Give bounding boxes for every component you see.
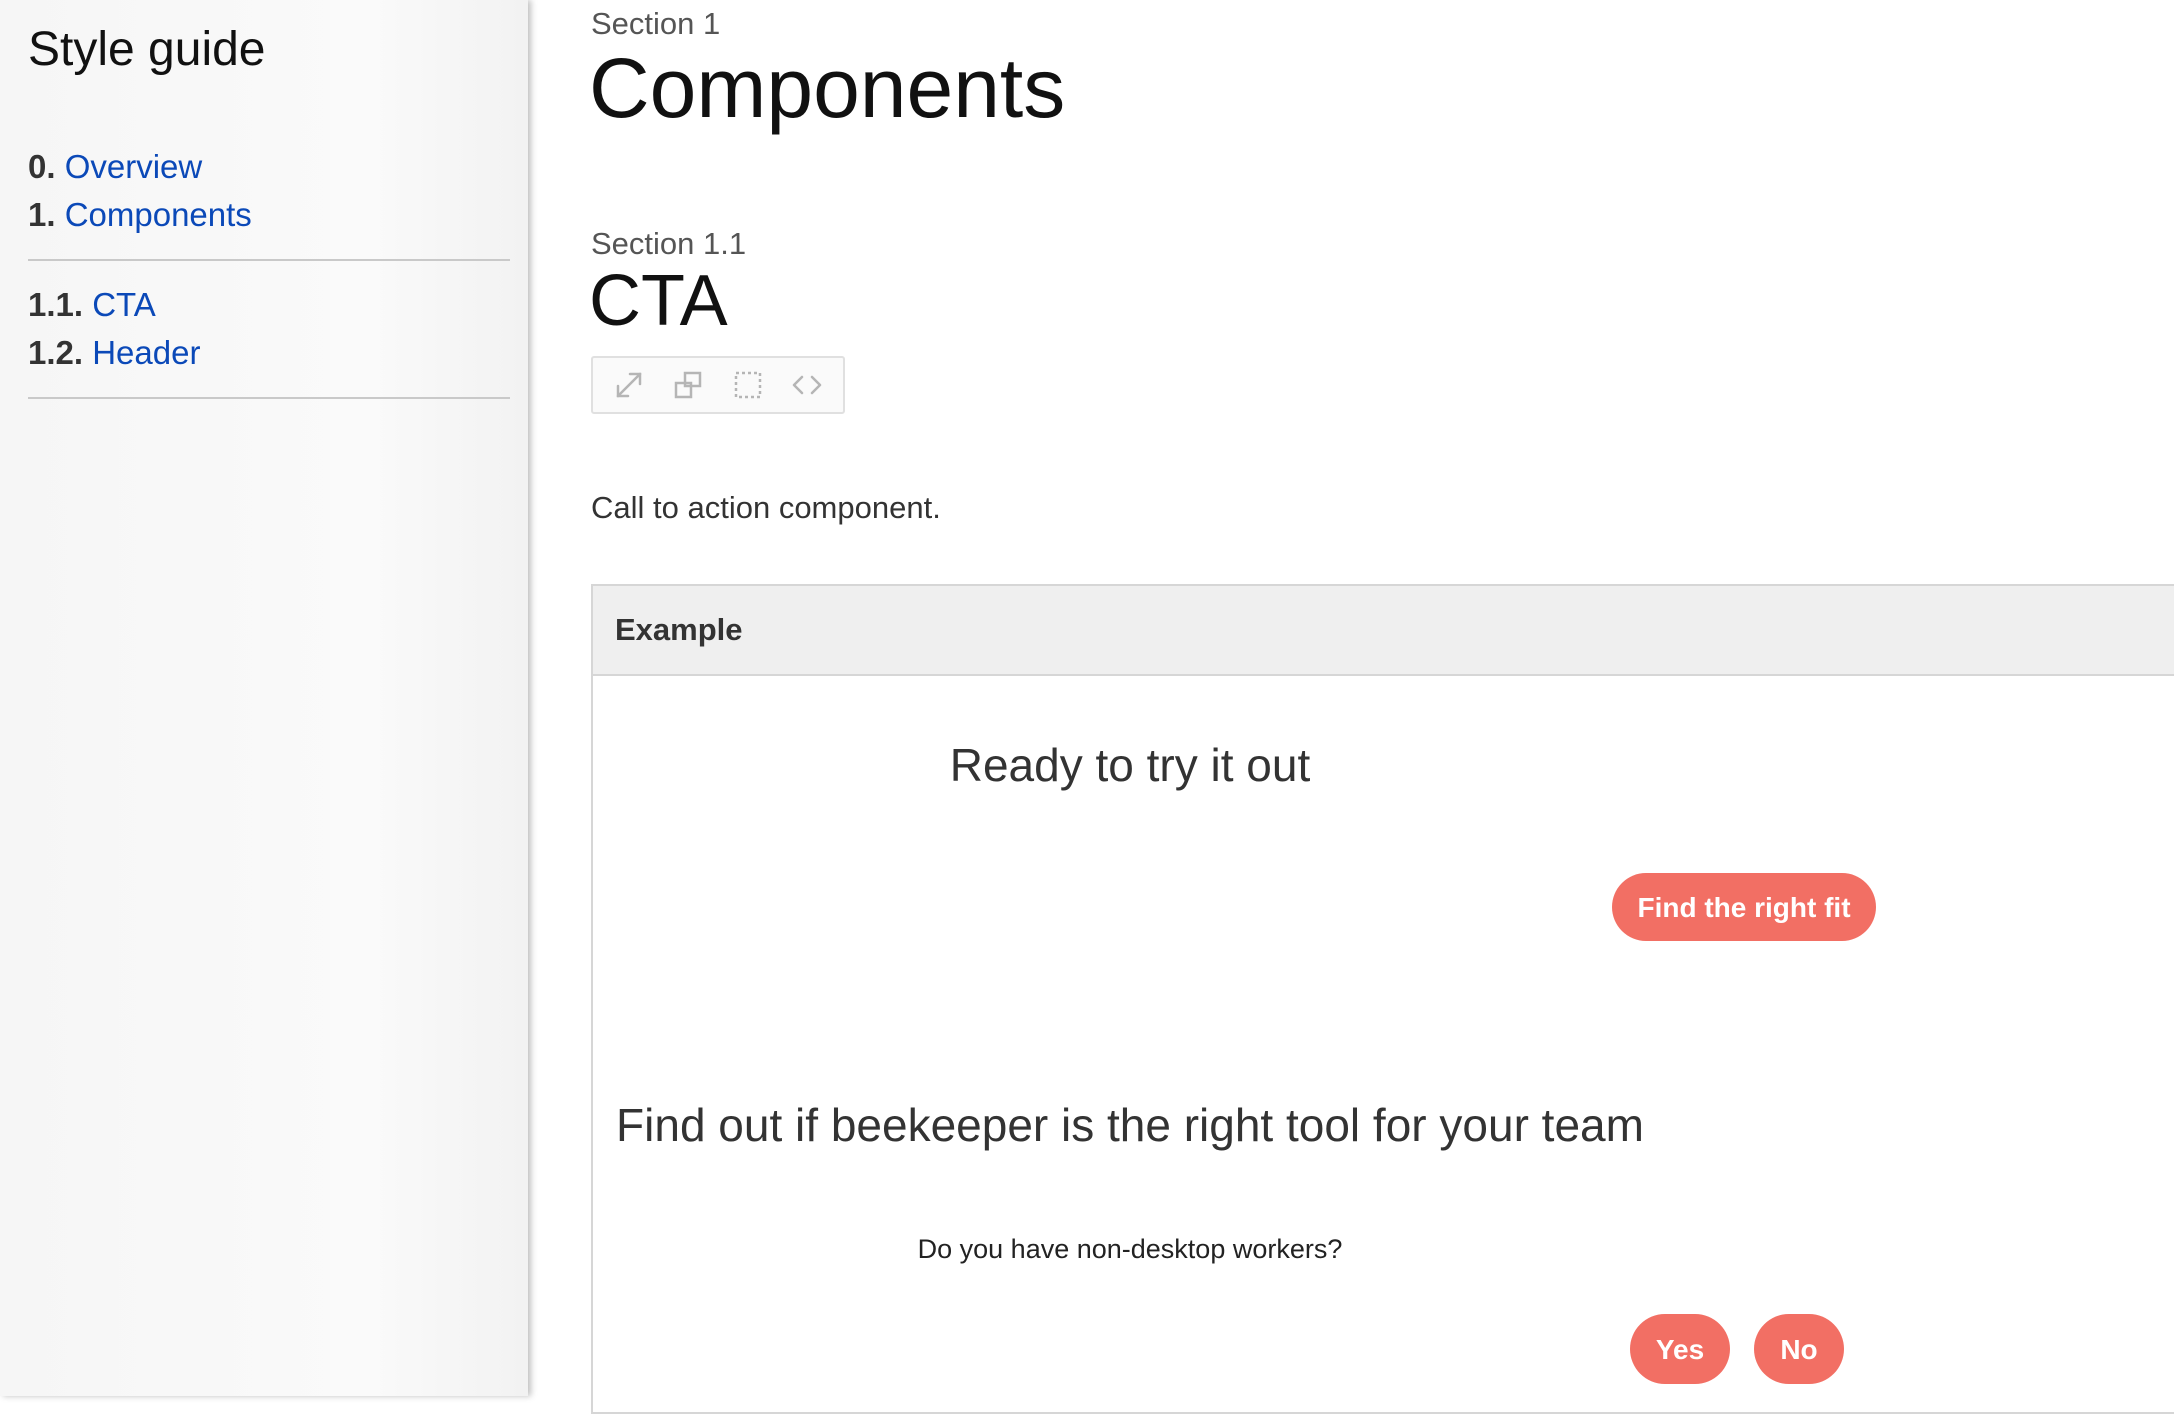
sidebar-divider (28, 259, 510, 261)
sidebar-item-number: 0. (28, 148, 56, 185)
section-label: Section 1 (591, 6, 721, 41)
sidebar-title: Style guide (28, 23, 266, 76)
subsection-label: Section 1.1 (591, 226, 747, 261)
sidebar-item-header: 1.2. Header (28, 329, 510, 377)
sidebar-link-overview[interactable]: Overview (65, 148, 203, 185)
sidebar-item-components: 1. Components (28, 191, 510, 239)
sidebar-item-cta: 1.1. CTA (28, 281, 510, 329)
sidebar-link-cta[interactable]: CTA (92, 286, 156, 323)
example-header: Example (593, 586, 2174, 676)
sidebar-item-number: 1.1. (28, 286, 84, 323)
outline-icon[interactable] (723, 362, 773, 408)
code-icon[interactable] (782, 362, 832, 408)
yes-button[interactable]: Yes (1630, 1314, 1730, 1384)
subsection-title: CTA (589, 261, 728, 341)
example-panel: Example Ready to try it out Find the rig… (591, 584, 2174, 1414)
cta-heading: Ready to try it out (949, 739, 1311, 791)
page-title: Components (589, 41, 1066, 135)
question-heading: Find out if beekeeper is the right tool … (616, 1099, 1644, 1151)
sidebar-item-overview: 0. Overview (28, 143, 510, 191)
new-window-icon[interactable] (663, 362, 713, 408)
example-toolbar (591, 356, 845, 414)
main-content: Section 1 Components Section 1.1 CTA Cal… (530, 0, 2174, 1414)
sidebar-item-number: 1. (28, 196, 56, 233)
sidebar-nav-secondary: 1.1. CTA 1.2. Header (28, 281, 510, 377)
question-text: Do you have non-desktop workers? (917, 1234, 1343, 1264)
no-button[interactable]: No (1754, 1314, 1844, 1384)
section-description: Call to action component. (591, 490, 941, 525)
sidebar-item-number: 1.2. (28, 334, 84, 371)
find-right-fit-button[interactable]: Find the right fit (1612, 873, 1876, 941)
sidebar-divider (28, 397, 510, 399)
sidebar-link-components[interactable]: Components (65, 196, 252, 233)
sidebar-nav-primary: 0. Overview 1. Components (28, 143, 510, 239)
sidebar: Style guide 0. Overview 1. Components 1.… (0, 0, 528, 1396)
sidebar-link-header[interactable]: Header (92, 334, 200, 371)
expand-icon[interactable] (604, 362, 654, 408)
